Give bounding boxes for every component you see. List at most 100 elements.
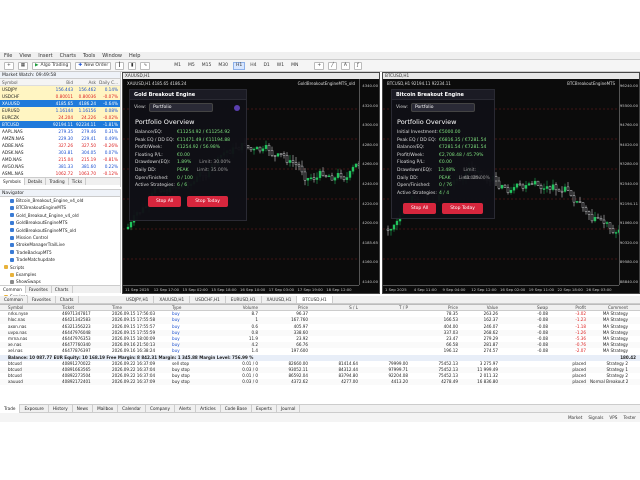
menu-view[interactable]: View (19, 53, 31, 59)
trendline-button[interactable]: ╱ (328, 61, 337, 70)
tab-symbols[interactable]: Symbols (0, 178, 25, 185)
market-watch-row[interactable]: USDCHF 0.80011 0.80036 -0.07% (0, 93, 120, 100)
market-watch-row[interactable]: ASML.NAS 1062.72 1063.70 -0.12% (0, 170, 120, 177)
market-watch-row[interactable]: AAPL.NAS 279.35 279.46 0.31% (0, 128, 120, 135)
chart-tab[interactable]: BTCUSD,H1 (297, 296, 333, 303)
chart-tab[interactable]: USDCHF,H1 (190, 296, 226, 303)
signals-link[interactable]: Signals (588, 415, 603, 420)
toolbox-tab-charts[interactable]: Charts (56, 296, 79, 303)
navigator-item[interactable]: Bitcoin_Breakout_Engine_v4_old (0, 197, 120, 204)
col-ask[interactable]: Ask (73, 79, 96, 85)
column-header[interactable]: S / L (308, 305, 358, 310)
market-watch-row[interactable]: EURCZK 24.204 24.226 -0.02% (0, 114, 120, 121)
chart-xauusd[interactable]: XAUUSD,H1 XAUUSD,H1 4185.65 4186.24 Gold… (122, 72, 380, 294)
column-header[interactable]: Symbol (0, 305, 62, 310)
chart-tab[interactable]: XAUUSD,H1 (262, 296, 298, 303)
chart-tab[interactable]: EURUSD,H1 (226, 296, 262, 303)
column-header[interactable]: Price (408, 305, 458, 310)
settings-icon[interactable] (234, 104, 240, 111)
chart-line-button[interactable]: ∿ (140, 61, 151, 70)
chart-bars-button[interactable]: ┃ (115, 61, 124, 70)
indicators-button[interactable]: ƒ (353, 61, 362, 70)
market-watch-row[interactable]: EURUSD 1.16144 1.16156 0.08% (0, 107, 120, 114)
chart-tab[interactable]: USDJPY,H1 (121, 296, 155, 303)
navigator-tab-charts[interactable]: Charts (52, 286, 73, 293)
timeframe-d1[interactable]: D1 (261, 62, 271, 70)
navigator-item[interactable]: TradeBackupMT5 (0, 249, 120, 256)
timeframe-w1[interactable]: W1 (275, 62, 286, 70)
column-header[interactable]: Value (458, 305, 498, 310)
tab-ticks[interactable]: Ticks (69, 178, 87, 185)
stop-today-button[interactable]: Stop Today (187, 195, 228, 207)
market-watch-row[interactable]: ADSK.NAS 303.81 304.05 0.07% (0, 149, 120, 156)
table-row[interactable]: xauusd 40892172401 2026.09.22 16:37:09 buy … (0, 379, 640, 386)
chart-btcusd[interactable]: BTCUSD,H1 BTCUSD,H1 92194.11 92234.11 BT… (382, 72, 640, 294)
bottom-tab-articles[interactable]: Articles (196, 404, 221, 413)
market-watch-row[interactable]: BTCUSD 92194.11 92234.11 -1.81% (0, 121, 120, 128)
timeframe-h4[interactable]: H4 (248, 62, 258, 70)
bottom-tab-calendar[interactable]: Calendar (118, 404, 147, 413)
menu-help[interactable]: Help (129, 53, 140, 59)
stop-all-button[interactable]: Stop All (403, 203, 437, 215)
bottom-tab-experts[interactable]: Experts (252, 404, 277, 413)
tab-trading[interactable]: Trading (46, 178, 69, 185)
view-select[interactable]: Portfolio (410, 103, 475, 112)
view-select[interactable]: Portfolio (148, 103, 213, 112)
bottom-tab-trade[interactable]: Trade (0, 404, 21, 413)
navigator-item[interactable]: Mission Control (0, 234, 120, 241)
crosshair-button[interactable]: + (314, 61, 325, 70)
market-watch-row[interactable]: ADBE.NAS 327.26 327.50 -0.26% (0, 142, 120, 149)
column-header[interactable]: Volume (212, 305, 258, 310)
text-tool-button[interactable]: A (340, 61, 350, 70)
column-header[interactable]: Time (112, 305, 172, 310)
market-watch-row[interactable]: AMZN.NAS 229.30 229.41 0.49% (0, 135, 120, 142)
menu-charts[interactable]: Charts (60, 53, 76, 59)
navigator-item[interactable]: StrokeManagerTrailLive (0, 241, 120, 248)
timeframe-m15[interactable]: M15 (200, 62, 214, 70)
navigator-item[interactable]: TradeMatchupdate (0, 256, 120, 263)
toolbox-tab-favorites[interactable]: Favorites (28, 296, 56, 303)
bottom-tab-news[interactable]: News (73, 404, 94, 413)
new-chart-button[interactable]: + (4, 61, 14, 70)
navigator-tab-common[interactable]: Common (0, 286, 26, 293)
new-order-button[interactable]: ✚ New Order (75, 61, 112, 70)
navigator-item[interactable]: Gold_Breakout_Engine_v4_old (0, 212, 120, 219)
bottom-tab-code-base[interactable]: Code Base (221, 404, 252, 413)
toolbox-tab-common[interactable]: Common (0, 296, 28, 303)
navigator-tab-favorites[interactable]: Favorites (26, 286, 52, 293)
market-link[interactable]: Market (568, 415, 582, 420)
bottom-tab-mailbox[interactable]: Mailbox (93, 404, 119, 413)
menu-insert[interactable]: Insert (38, 53, 52, 59)
tab-details[interactable]: Details (25, 178, 47, 185)
stop-today-button[interactable]: Stop Today (442, 203, 483, 215)
bottom-tab-alerts[interactable]: Alerts (175, 404, 197, 413)
column-header[interactable]: Profit (548, 305, 590, 310)
column-header[interactable]: Price (258, 305, 308, 310)
bottom-tab-journal[interactable]: Journal (277, 404, 301, 413)
menu-window[interactable]: Window (102, 53, 122, 59)
col-daily-change[interactable]: Daily C... (96, 79, 120, 85)
profiles-button[interactable]: ▦ (17, 61, 29, 70)
stop-all-button[interactable]: Stop All (148, 195, 182, 207)
vps-link[interactable]: VPS (609, 415, 617, 420)
navigator-item[interactable]: Scripts (0, 264, 120, 271)
navigator-item[interactable]: GoldBreakoutEngineMTS_old (0, 227, 120, 234)
column-header[interactable]: Type (172, 305, 212, 310)
market-watch-row[interactable]: AVGO.NAS 381.33 381.60 0.22% (0, 163, 120, 170)
timeframe-h1[interactable]: H1 (232, 61, 246, 70)
column-header[interactable]: Ticket (62, 305, 112, 310)
chart-tab[interactable]: XAUUSD,H1 (154, 296, 191, 303)
timeframe-m5[interactable]: M5 (186, 62, 197, 70)
menu-file[interactable]: File (4, 53, 12, 59)
market-watch-row[interactable]: AMD.NAS 215.04 215.19 -0.81% (0, 156, 120, 163)
timeframe-m30[interactable]: M30 (216, 62, 230, 70)
navigator-item[interactable]: GoldBreakoutEngineMTS (0, 219, 120, 226)
timeframe-mn[interactable]: MN (289, 62, 300, 70)
navigator-item[interactable]: BTCBreakoutEngineMTS (0, 204, 120, 211)
timeframe-m1[interactable]: M1 (172, 62, 183, 70)
column-header[interactable]: Comment (590, 305, 632, 310)
column-header[interactable]: T / P (358, 305, 408, 310)
col-bid[interactable]: Bid (50, 79, 73, 85)
tester-link[interactable]: Tester (623, 415, 636, 420)
algo-trading-button[interactable]: ▶ Algo Trading (32, 61, 72, 70)
